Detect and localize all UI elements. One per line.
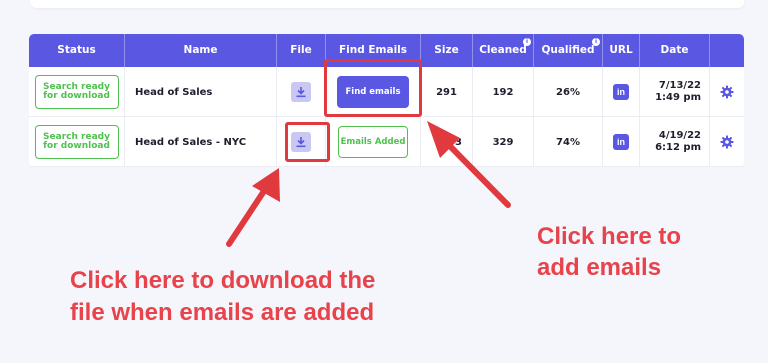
download-line-2: file when emails are added [70,299,375,326]
add-emails-line-2: add emails [537,254,662,281]
add-emails-callout: Click here to add emails [537,221,681,283]
download-line-1: Click here to download the [70,267,376,294]
add-emails-line-1: Click here to [537,223,682,250]
download-callout: Click here to download the file when ema… [70,265,375,329]
